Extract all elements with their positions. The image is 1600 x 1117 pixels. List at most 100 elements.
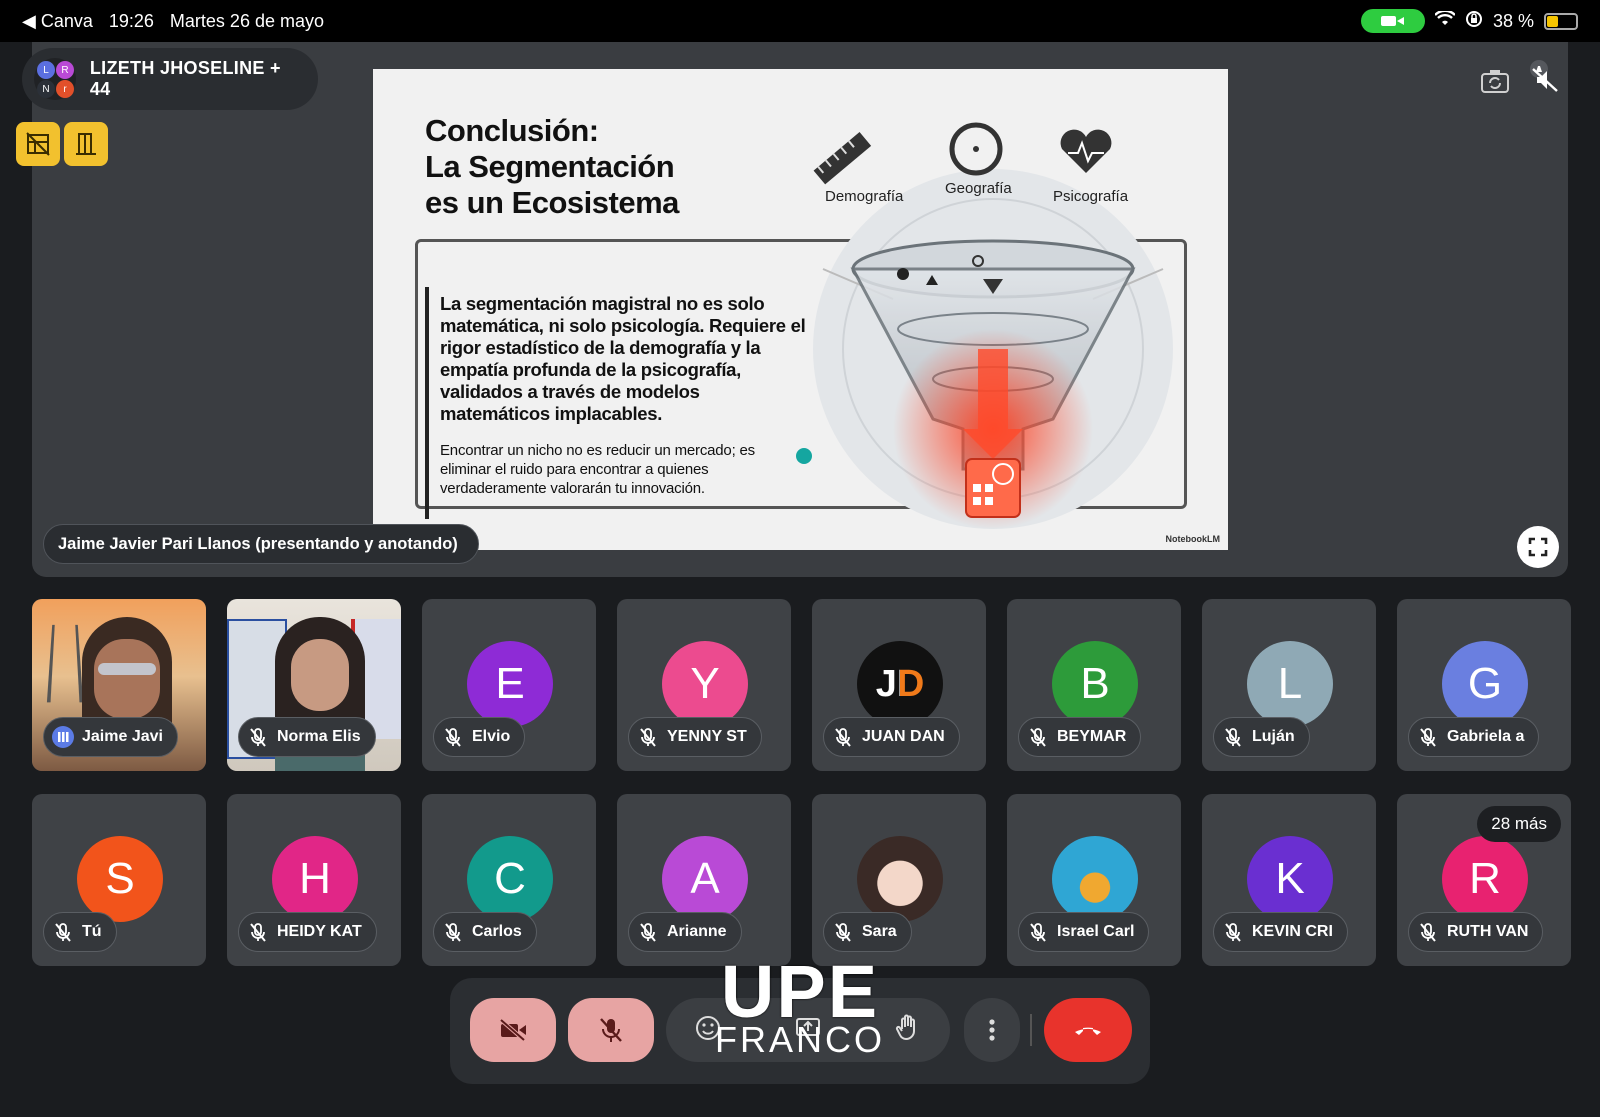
controls-divider <box>1030 1014 1032 1046</box>
emoji-icon <box>696 1015 720 1040</box>
microphone-off-icon <box>1417 726 1439 748</box>
participant-name-pill: YENNY ST <box>628 717 762 757</box>
funnel-label-demografia: Demografía <box>825 188 904 205</box>
participant-name-pill: Sara <box>823 912 912 952</box>
participant-name-pill: Norma Elis <box>238 717 376 757</box>
fullscreen-button[interactable] <box>1517 526 1559 568</box>
participant-name-pill: BEYMAR <box>1018 717 1142 757</box>
participant-name: Elvio <box>472 728 511 745</box>
microphone-off-icon <box>1222 921 1244 943</box>
audio-output-button[interactable] <box>1524 56 1564 96</box>
microphone-off-icon <box>1027 921 1049 943</box>
layout-button[interactable] <box>64 122 108 166</box>
microphone-off-icon <box>52 921 74 943</box>
more-options-button[interactable] <box>964 998 1020 1062</box>
avatar: R <box>56 61 74 79</box>
participant-avatar: C <box>467 836 553 922</box>
back-to-app-link[interactable]: ◀ Canva <box>22 11 93 32</box>
share-screen-button[interactable] <box>794 1014 822 1047</box>
camera-switch-icon <box>1481 70 1509 93</box>
fullscreen-icon <box>1528 537 1548 557</box>
annotation-pointer <box>796 448 812 464</box>
participants-pill[interactable]: L R N r LIZETH JHOSELINE + 44 <box>22 48 318 110</box>
avatar-initial: B <box>1080 659 1110 708</box>
participant-avatar: R <box>1442 836 1528 922</box>
participant-tile[interactable]: A Arianne <box>617 794 791 966</box>
participant-name-pill: Gabriela a <box>1408 717 1540 757</box>
participant-avatar: G <box>1442 641 1528 727</box>
participant-name: YENNY ST <box>667 728 747 745</box>
status-bar: ◀ Canva 19:26 Martes 26 de mayo 38 % <box>0 0 1600 42</box>
microphone-off-icon <box>442 726 464 748</box>
participant-tile[interactable]: G Gabriela a <box>1397 599 1571 771</box>
participant-tile[interactable]: Norma Elis <box>227 599 401 771</box>
avatar: N <box>37 80 55 98</box>
participant-name-pill: Luján <box>1213 717 1310 757</box>
participant-avatar: A <box>662 836 748 922</box>
microphone-off-icon <box>1027 726 1049 748</box>
camera-toggle-button[interactable] <box>470 998 556 1062</box>
participant-tile[interactable]: B BEYMAR <box>1007 599 1181 771</box>
reactions-button[interactable] <box>694 1014 722 1047</box>
participant-name: JUAN DAN <box>862 728 945 745</box>
more-participants-badge[interactable]: 28 más <box>1477 806 1561 842</box>
battery-percentage: 38 % <box>1492 10 1534 31</box>
rotation-lock-icon <box>1465 10 1483 33</box>
participant-name-pill: Arianne <box>628 912 742 952</box>
participant-tile[interactable]: R RUTH VAN 28 más <box>1397 794 1571 966</box>
participant-tile[interactable]: L Luján <box>1202 599 1376 771</box>
participant-tile[interactable]: Y YENNY ST <box>617 599 791 771</box>
avatar-initial: L <box>1277 659 1303 708</box>
participant-name-pill: KEVIN CRI <box>1213 912 1348 952</box>
slide-watermark: NotebookLM <box>1165 534 1221 544</box>
participant-tile[interactable]: Sara <box>812 794 986 966</box>
participant-name-pill: Carlos <box>433 912 537 952</box>
funnel-label-psicografia: Psicografía <box>1053 188 1129 205</box>
participant-tile[interactable]: Israel Carl <box>1007 794 1181 966</box>
participant-name-pill: RUTH VAN <box>1408 912 1544 952</box>
hide-tiles-button[interactable] <box>16 122 60 166</box>
microphone-off-icon <box>247 726 269 748</box>
microphone-toggle-button[interactable] <box>568 998 654 1062</box>
avatar-initial: G <box>1467 659 1503 708</box>
switch-camera-button[interactable] <box>1478 66 1512 96</box>
status-time: 19:26 <box>108 10 154 31</box>
participant-name: KEVIN CRI <box>1252 923 1333 940</box>
hand-icon <box>895 1014 915 1040</box>
participant-name-pill: HEIDY KAT <box>238 912 377 952</box>
participant-tile[interactable]: C Carlos <box>422 794 596 966</box>
participant-name-pill: Jaime Javi <box>43 717 178 757</box>
slide-title-line: es un Ecosistema <box>425 185 679 220</box>
participant-avatar: K <box>1247 836 1333 922</box>
status-date: Martes 26 de mayo <box>169 10 324 31</box>
participant-avatar-photo <box>857 836 943 922</box>
avatar-initial: JD <box>875 662 925 705</box>
participant-name: Gabriela a <box>1447 728 1525 745</box>
microphone-off-icon <box>637 726 659 748</box>
raise-hand-button[interactable] <box>894 1013 922 1048</box>
participant-tile[interactable]: E Elvio <box>422 599 596 771</box>
meeting-controls-bar <box>450 978 1150 1084</box>
participant-tile[interactable]: H HEIDY KAT <box>227 794 401 966</box>
avatar-initial: S <box>105 854 135 903</box>
leave-call-button[interactable] <box>1044 998 1132 1062</box>
funnel-illustration <box>813 122 1173 529</box>
slide-title: Conclusión: La Segmentación es un Ecosis… <box>425 113 765 221</box>
participant-tile[interactable]: K KEVIN CRI <box>1202 794 1376 966</box>
participant-avatar: E <box>467 641 553 727</box>
participants-label: LIZETH JHOSELINE + 44 <box>89 58 281 99</box>
participant-tile[interactable]: S Tú <box>32 794 206 966</box>
actions-group <box>666 998 950 1062</box>
present-icon <box>796 1017 820 1036</box>
participant-tile[interactable]: JD JUAN DAN <box>812 599 986 771</box>
participant-name: Sara <box>862 923 897 940</box>
avatar-initial: A <box>690 854 720 903</box>
funnel-label-geografia: Geografía <box>945 180 1012 197</box>
camera-off-icon <box>499 1018 526 1042</box>
microphone-off-icon <box>247 921 269 943</box>
participant-name: BEYMAR <box>1057 728 1127 745</box>
participant-tile[interactable]: Jaime Javi <box>32 599 206 771</box>
hide-layout-icon <box>26 132 50 156</box>
microphone-off-icon <box>1222 726 1244 748</box>
hang-up-icon <box>1075 1027 1101 1035</box>
